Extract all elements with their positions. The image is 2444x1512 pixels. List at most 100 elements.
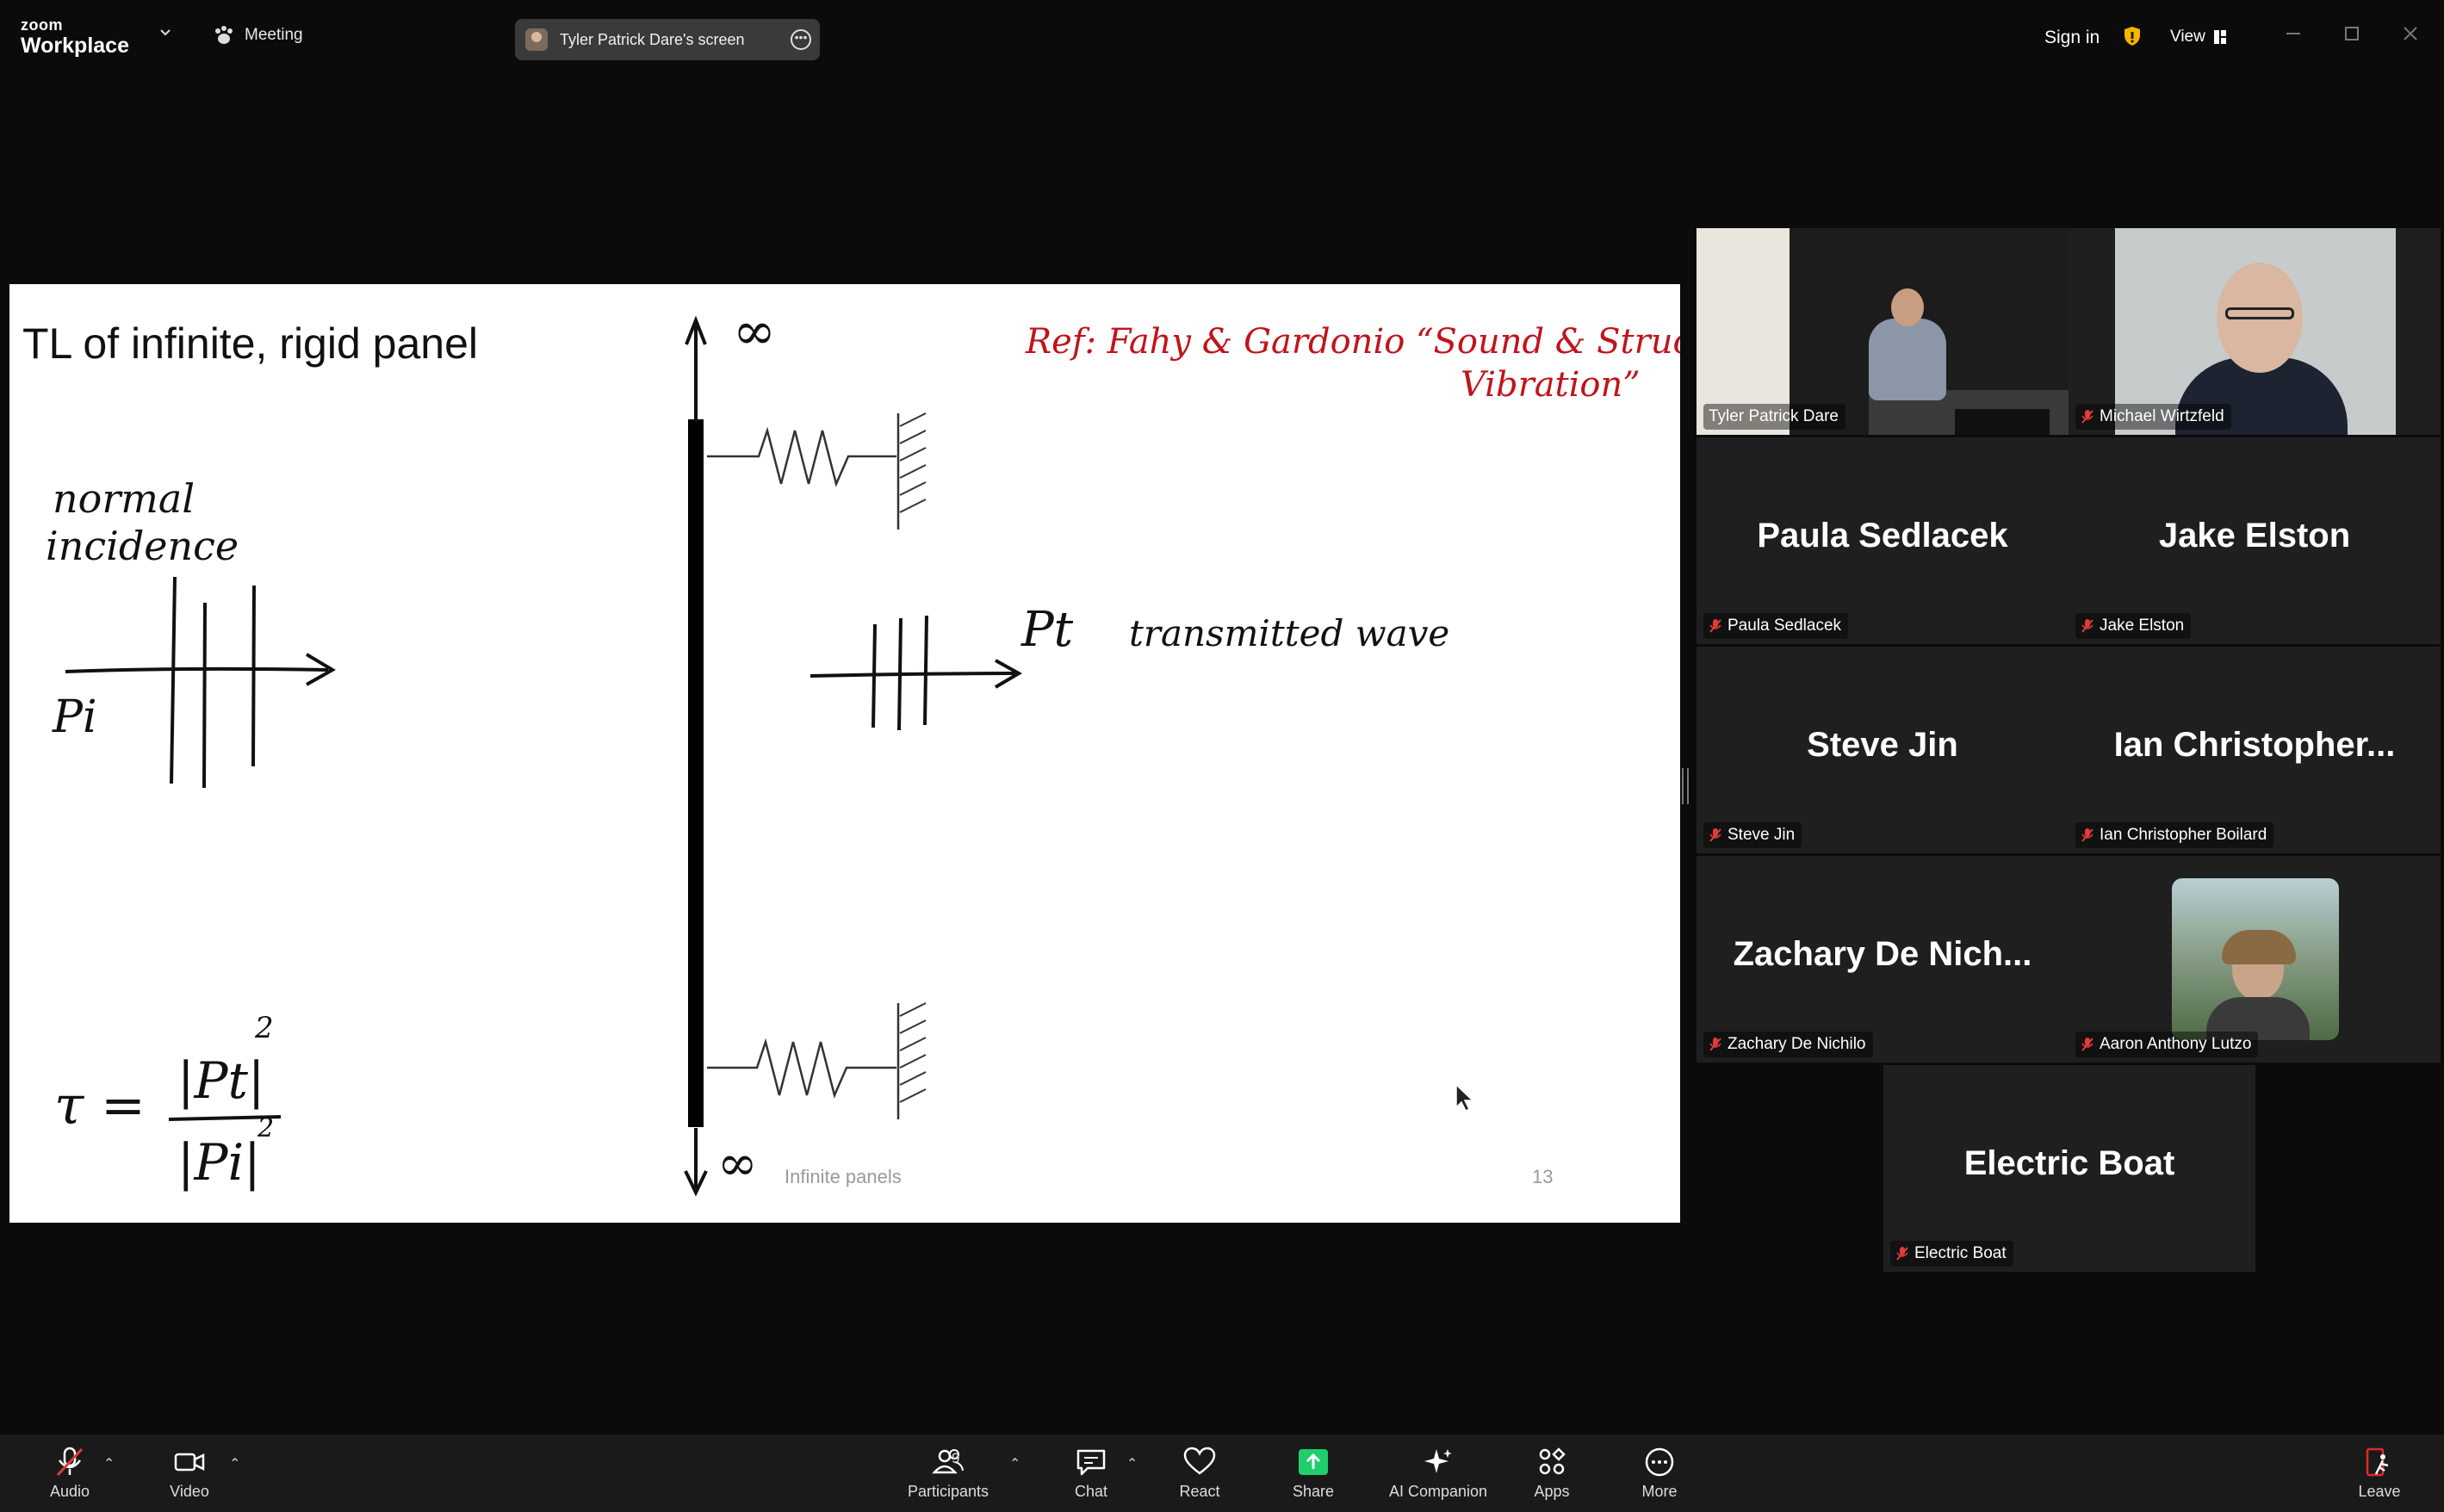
video-label: Video bbox=[170, 1482, 209, 1500]
more-button[interactable]: More bbox=[1629, 1435, 1690, 1512]
audio-label: Audio bbox=[49, 1482, 90, 1500]
muted-mic-icon bbox=[2081, 1038, 2094, 1051]
muted-mic-icon bbox=[2081, 619, 2094, 633]
participant-display-name: Paula Sedlacek bbox=[1757, 517, 2008, 555]
participant-name: Paula Sedlacek bbox=[1728, 617, 1842, 635]
annotation-numerator-exp: 2 bbox=[254, 1011, 274, 1045]
logo-text-workplace: Workplace bbox=[21, 34, 129, 58]
share-label: Share bbox=[1292, 1482, 1335, 1500]
sign-in-link[interactable]: Sign in bbox=[2044, 28, 2100, 48]
video-camera-icon bbox=[174, 1453, 205, 1471]
participant-name-label: Aaron Anthony Lutzo bbox=[2075, 1032, 2259, 1057]
meeting-menu-button[interactable]: Meeting bbox=[214, 26, 303, 45]
participant-display-name: Electric Boat bbox=[1963, 1144, 2175, 1182]
shared-screen-slide[interactable]: TL of infinite, rigid panel ∞ ∞ Ref: Fah… bbox=[9, 284, 1680, 1223]
participant-name: Tyler Patrick Dare bbox=[1709, 407, 1839, 425]
participant-tile-electric-boat[interactable]: Electric Boat Electric Boat bbox=[1883, 1065, 2255, 1272]
leave-button[interactable]: Leave bbox=[2349, 1435, 2410, 1512]
view-label: View bbox=[2170, 28, 2205, 46]
annotation-transmitted-wave: transmitted wave bbox=[1129, 612, 1449, 654]
participant-tile-michael[interactable]: Michael Wirtzfeld bbox=[2069, 228, 2441, 435]
mouse-cursor-icon bbox=[1455, 1083, 1474, 1112]
participant-tile-aaron[interactable]: Aaron Anthony Lutzo bbox=[2069, 856, 2441, 1063]
participants-options-caret[interactable]: ⌃ bbox=[1009, 1455, 1020, 1472]
participant-name-label: Jake Elston bbox=[2075, 613, 2192, 639]
participant-name-label: Tyler Patrick Dare bbox=[1703, 404, 1845, 430]
logo-text-zoom: zoom bbox=[21, 16, 63, 34]
presenter-avatar bbox=[525, 28, 548, 51]
screen-share-label: Tyler Patrick Dare's screen bbox=[560, 30, 745, 48]
chat-button[interactable]: Chat bbox=[1061, 1435, 1121, 1512]
chat-options-caret[interactable]: ⌃ bbox=[1126, 1455, 1138, 1472]
muted-mic-icon bbox=[2081, 410, 2094, 424]
annotation-ref-line2: Vibration” bbox=[1461, 365, 1641, 405]
participant-tile-tyler[interactable]: Tyler Patrick Dare bbox=[1697, 228, 2069, 435]
participant-name: Jake Elston bbox=[2100, 617, 2185, 635]
title-bar: zoom Workplace Meeting Tyler Patrick Dar… bbox=[0, 0, 2444, 65]
view-button[interactable]: View bbox=[2170, 28, 2226, 46]
slide-page-number: 13 bbox=[1532, 1166, 1554, 1187]
chevron-down-icon[interactable] bbox=[158, 26, 172, 40]
react-button[interactable]: React bbox=[1169, 1435, 1230, 1512]
whiteboard-ink: ∞ ∞ Ref: Fahy & Gardonio “Sound & Struct… bbox=[46, 301, 1680, 1197]
participants-label: Participants bbox=[907, 1482, 989, 1500]
participant-tile-paula[interactable]: Paula Sedlacek Paula Sedlacek bbox=[1697, 437, 2069, 644]
participant-display-name: Jake Elston bbox=[2158, 517, 2351, 555]
annotation-denominator-exp: 2 bbox=[257, 1113, 274, 1143]
participant-tile-steve[interactable]: Steve Jin Steve Jin bbox=[1697, 647, 2069, 853]
participant-tile-zachary[interactable]: Zachary De Nich... Zachary De Nichilo bbox=[1697, 856, 2069, 1063]
participant-name-label: Paula Sedlacek bbox=[1703, 613, 1849, 639]
annotation-pi: Pi bbox=[52, 691, 97, 743]
muted-mic-icon bbox=[1709, 619, 1721, 633]
participant-name-label: Steve Jin bbox=[1703, 822, 1802, 848]
maximize-icon[interactable] bbox=[2342, 24, 2361, 43]
participant-name: Aaron Anthony Lutzo bbox=[2100, 1035, 2252, 1053]
annotation-pt: Pt bbox=[1020, 602, 1074, 658]
more-label: More bbox=[1641, 1482, 1678, 1500]
annotation-denominator: |Pi| bbox=[177, 1133, 261, 1192]
participants-button[interactable]: 9 Participants bbox=[900, 1435, 996, 1512]
participant-count: 9 bbox=[952, 1450, 960, 1466]
share-button[interactable]: Share bbox=[1283, 1435, 1343, 1512]
participant-name-label: Michael Wirtzfeld bbox=[2075, 404, 2231, 430]
apps-label: Apps bbox=[1534, 1482, 1570, 1500]
participant-name: Michael Wirtzfeld bbox=[2100, 407, 2224, 425]
muted-mic-icon bbox=[1709, 828, 1721, 842]
participant-name-label: Electric Boat bbox=[1890, 1241, 2013, 1267]
chat-label: Chat bbox=[1074, 1482, 1108, 1500]
panel-resize-handle[interactable] bbox=[1682, 768, 1689, 804]
zoom-workplace-logo: zoom Workplace bbox=[21, 17, 129, 57]
muted-mic-icon bbox=[56, 1447, 84, 1476]
annotation-numerator: |Pt| bbox=[177, 1051, 264, 1110]
participant-profile-picture bbox=[2172, 878, 2339, 1040]
more-options-icon[interactable]: ••• bbox=[791, 29, 811, 50]
close-icon[interactable] bbox=[2401, 24, 2420, 43]
participant-tile-jake[interactable]: Jake Elston Jake Elston bbox=[2069, 437, 2441, 644]
annotation-normal: normal bbox=[53, 475, 195, 522]
participant-display-name: Ian Christopher... bbox=[2113, 726, 2396, 764]
minimize-icon[interactable] bbox=[2284, 24, 2303, 43]
share-screen-icon bbox=[1299, 1448, 1328, 1475]
video-options-caret[interactable]: ⌃ bbox=[229, 1455, 240, 1472]
ai-companion-button[interactable]: AI Companion bbox=[1382, 1435, 1494, 1512]
participant-tile-ian[interactable]: Ian Christopher... Ian Christopher Boila… bbox=[2069, 647, 2441, 853]
annotation-ref-line1: Ref: Fahy & Gardonio “Sound & Structural bbox=[1025, 322, 1680, 362]
security-shield-icon[interactable] bbox=[2124, 26, 2141, 46]
participant-name: Electric Boat bbox=[1914, 1244, 2007, 1262]
participant-display-name: Zachary De Nich... bbox=[1733, 935, 2032, 973]
apps-button[interactable]: Apps bbox=[1522, 1435, 1582, 1512]
screen-share-indicator[interactable]: Tyler Patrick Dare's screen ••• bbox=[515, 19, 820, 60]
video-button[interactable]: Video bbox=[159, 1435, 220, 1512]
audio-options-caret[interactable]: ⌃ bbox=[103, 1455, 115, 1472]
slide-footer: Infinite panels bbox=[785, 1166, 902, 1187]
ai-companion-label: AI Companion bbox=[1388, 1482, 1488, 1500]
annotation-infinity-bottom: ∞ bbox=[717, 1136, 758, 1192]
heart-icon bbox=[1183, 1447, 1216, 1475]
participant-name-label: Ian Christopher Boilard bbox=[2075, 822, 2274, 848]
audio-button[interactable]: Audio bbox=[40, 1435, 100, 1512]
muted-mic-icon bbox=[1709, 1038, 1721, 1051]
participants-icon bbox=[932, 1448, 964, 1473]
leave-label: Leave bbox=[2358, 1482, 2401, 1500]
grid-view-icon bbox=[2213, 30, 2226, 44]
react-label: React bbox=[1179, 1482, 1220, 1500]
